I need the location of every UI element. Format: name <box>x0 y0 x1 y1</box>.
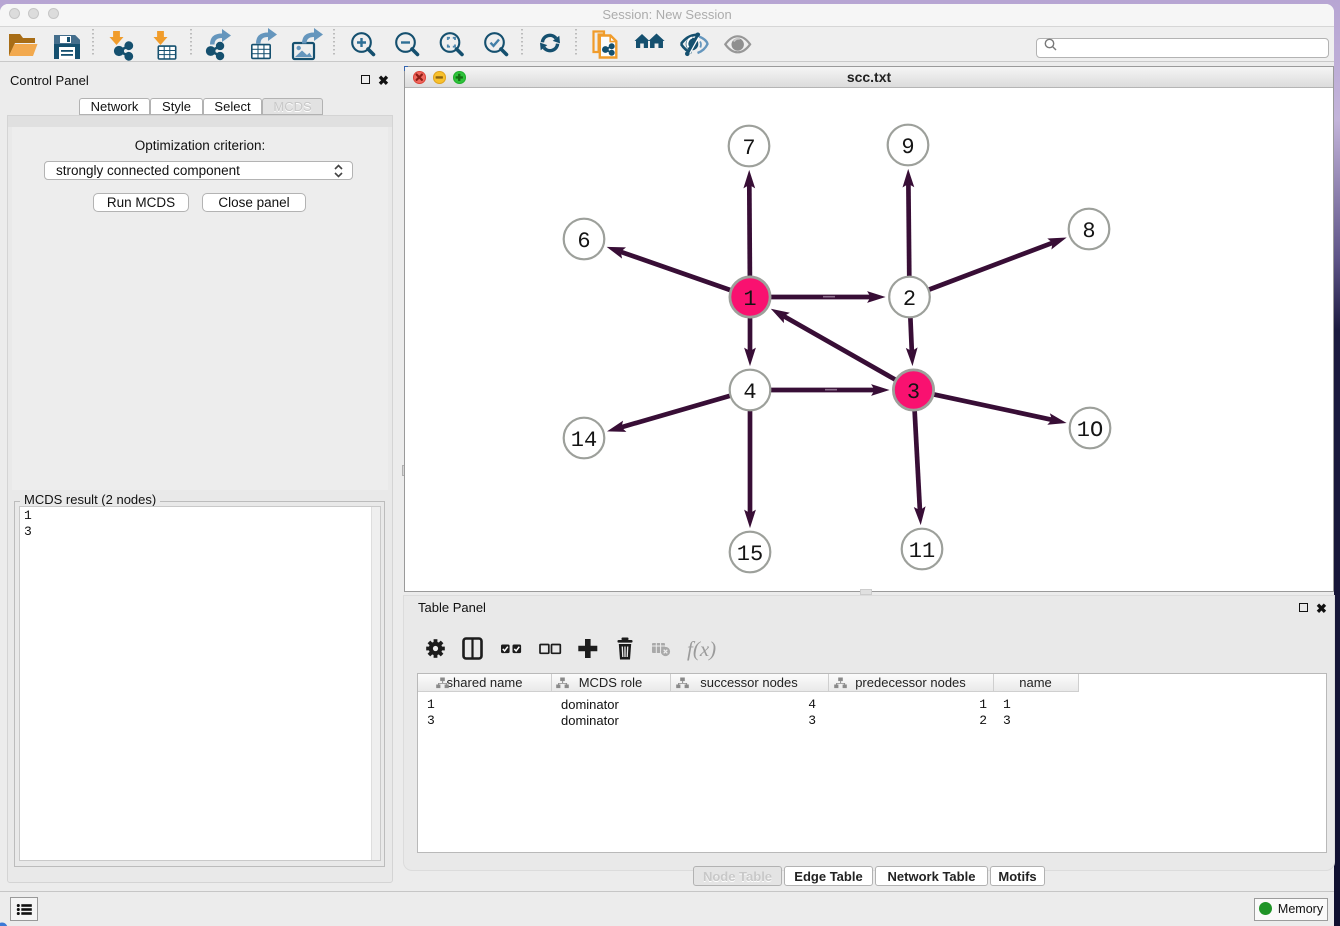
svg-text:4: 4 <box>743 380 756 405</box>
svg-text:7: 7 <box>742 136 755 161</box>
svg-text:f(x): f(x) <box>687 637 716 661</box>
svg-text:2: 2 <box>903 287 916 312</box>
svg-text:6: 6 <box>577 229 590 254</box>
svg-text:3: 3 <box>907 380 920 405</box>
svg-text:11: 11 <box>909 539 935 564</box>
svg-text:8: 8 <box>1082 219 1095 244</box>
svg-text:14: 14 <box>571 428 597 453</box>
svg-text:15: 15 <box>737 542 763 567</box>
svg-text:9: 9 <box>901 135 914 160</box>
svg-text:1: 1 <box>743 287 756 312</box>
svg-text:1O: 1O <box>1077 418 1103 443</box>
